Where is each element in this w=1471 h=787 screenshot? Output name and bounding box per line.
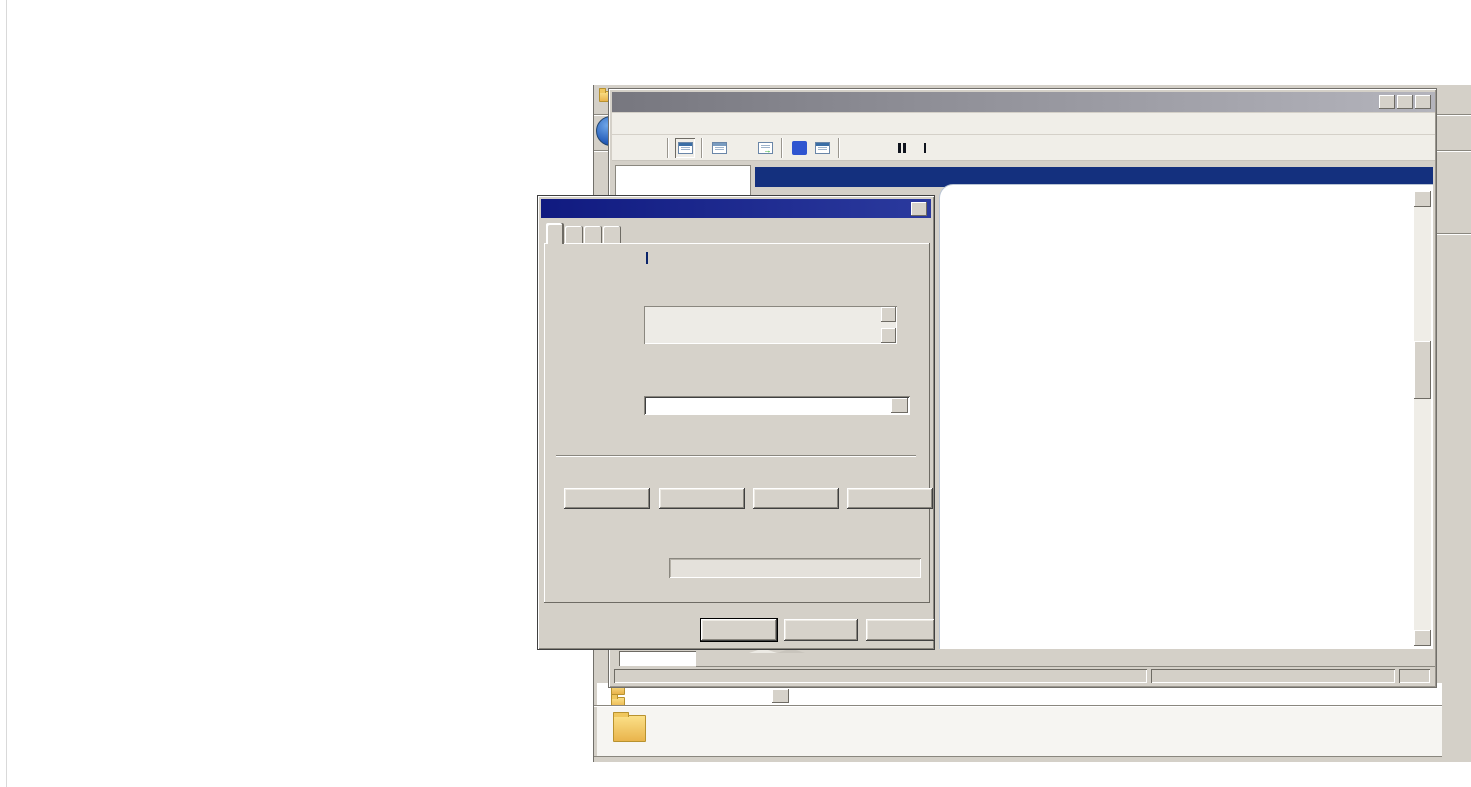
back-button[interactable] (618, 138, 638, 158)
minimize-button[interactable] (1379, 95, 1395, 109)
restart-icon (924, 143, 927, 153)
combo-dropdown-button[interactable] (891, 398, 908, 413)
dienstname-value[interactable] (646, 252, 648, 264)
services-list-panel (939, 184, 1433, 649)
maximize-button[interactable] (1397, 95, 1413, 109)
start-service-button[interactable] (846, 138, 866, 158)
pause-icon (898, 143, 906, 153)
show-console-tree-button[interactable] (675, 138, 695, 158)
menu-datei[interactable] (612, 122, 628, 126)
forward-button[interactable] (641, 138, 661, 158)
dialog-tab-page (544, 243, 930, 603)
starten-button[interactable] (564, 488, 650, 509)
uebernehmen-button[interactable] (866, 619, 935, 641)
services-title-bar[interactable] (612, 92, 1435, 112)
help-icon (792, 141, 807, 155)
toolbar: → (612, 135, 1435, 161)
view-tab-strip (749, 650, 805, 653)
abbrechen-button[interactable] (784, 619, 858, 641)
restart-service-button[interactable] (915, 138, 935, 158)
ok-button[interactable] (701, 619, 777, 641)
fortsetzen-button[interactable] (847, 488, 933, 509)
tab-standard[interactable] (777, 650, 805, 653)
scroll-down-button[interactable] (1414, 630, 1431, 646)
beschreibung-scrollbar[interactable] (881, 307, 896, 343)
anhalten-button[interactable] (753, 488, 839, 509)
view-tabs-baseline (696, 666, 1435, 667)
pause-service-button[interactable] (892, 138, 912, 158)
explorer-dropdown-button[interactable] (772, 689, 789, 703)
beenden-button[interactable] (659, 488, 745, 509)
tree-item-dienste-lokal[interactable] (616, 166, 750, 170)
tab-allgemein[interactable] (546, 223, 564, 244)
dialog-close-button[interactable] (911, 202, 927, 216)
tab-erweitert[interactable] (749, 650, 777, 653)
gutter-fold-line (6, 0, 7, 787)
menu-ansicht[interactable] (644, 122, 660, 126)
status-cell (1399, 669, 1430, 683)
scroll-up-button[interactable] (1414, 191, 1431, 207)
beschreibung-textarea[interactable] (644, 306, 897, 344)
dialog-title-bar[interactable] (541, 199, 931, 218)
view-tabs (612, 650, 1435, 667)
view-tabs-spacer (619, 651, 696, 666)
toolbar-separator (667, 138, 669, 158)
export-list-button[interactable]: → (755, 138, 775, 158)
scroll-up-button[interactable] (881, 307, 896, 322)
help-button[interactable] (789, 138, 809, 158)
scroll-down-button[interactable] (881, 328, 896, 343)
export-list-icon: → (758, 142, 773, 154)
close-button[interactable] (1415, 95, 1431, 109)
tab-anmelden[interactable] (565, 226, 583, 244)
vertical-scrollbar[interactable] (1414, 191, 1431, 646)
status-bar (612, 668, 1435, 684)
menu-aktion[interactable] (628, 122, 644, 126)
stop-service-button[interactable] (869, 138, 889, 158)
menu-hilfe[interactable] (660, 122, 676, 126)
folder-icon (613, 715, 646, 742)
extended-view-button[interactable] (812, 138, 832, 158)
screen: → (0, 0, 1471, 787)
explorer-bottom-border (594, 756, 1442, 757)
refresh-button[interactable] (732, 138, 752, 158)
explorer-status-panel (597, 707, 1442, 757)
console-tree-icon (678, 142, 693, 154)
toolbar-separator (781, 138, 783, 158)
scrollbar-thumb[interactable] (1414, 341, 1431, 399)
dialog-divider (556, 455, 916, 457)
extended-view-icon (815, 142, 830, 154)
properties-dialog (537, 195, 935, 650)
menu-bar (612, 113, 1435, 134)
startparameter-input[interactable] (669, 558, 921, 578)
properties-button[interactable] (709, 138, 729, 158)
starttyp-combobox[interactable] (644, 396, 910, 415)
toolbar-separator (701, 138, 703, 158)
properties-icon (712, 142, 727, 154)
status-cell (1151, 669, 1395, 683)
status-cell (614, 669, 1147, 683)
tab-abhaengigkeiten[interactable] (603, 226, 621, 244)
dialog-tabs (546, 223, 622, 244)
toolbar-separator (838, 138, 840, 158)
tab-wiederherstellung[interactable] (584, 226, 602, 244)
